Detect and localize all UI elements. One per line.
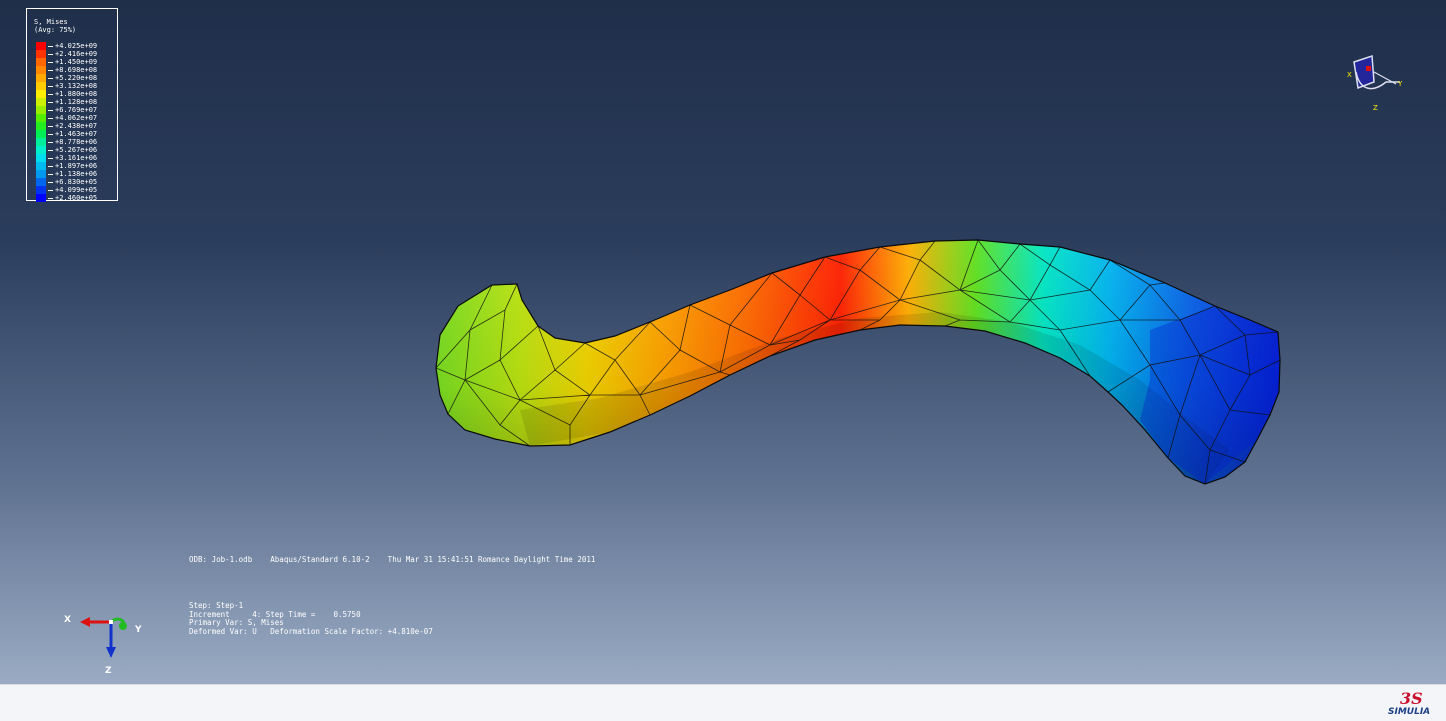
view-cube-icon[interactable]: X Y Z bbox=[1344, 52, 1408, 112]
odb-info: ODB: Job-1.odb Abaqus/Standard 6.10-2 Th… bbox=[189, 0, 595, 564]
logo-mark: 3S bbox=[1400, 689, 1423, 708]
simulia-logo: 3S SIMULIA bbox=[1382, 687, 1442, 719]
view-cube-x-label: X bbox=[1347, 71, 1352, 79]
triad-z-label: Z bbox=[105, 666, 112, 676]
graphics-viewport[interactable]: S, Mises (Avg: 75%) +4.025e+09 +2.416e+09… bbox=[0, 0, 1446, 684]
view-cube-y-label: Y bbox=[1397, 80, 1403, 88]
axis-triad-icon bbox=[80, 617, 127, 658]
view-cube-z-label: Z bbox=[1373, 104, 1378, 112]
brand-name: SIMULIA bbox=[1388, 707, 1431, 717]
deformed-var-line: Deformed Var: U Deformation Scale Factor… bbox=[189, 626, 433, 636]
odb-line: ODB: Job-1.odb Abaqus/Standard 6.10-2 Th… bbox=[189, 555, 596, 564]
mesh-model[interactable] bbox=[0, 0, 1446, 684]
triad-x-label: X bbox=[64, 615, 71, 625]
3ds-logo-icon: 3S bbox=[1400, 689, 1423, 708]
step-info: Step: Step-1 Increment 4: Step Time = 0.5… bbox=[189, 601, 433, 636]
triad-y-label: Y bbox=[135, 625, 142, 635]
status-bar: 3S SIMULIA bbox=[0, 684, 1446, 721]
